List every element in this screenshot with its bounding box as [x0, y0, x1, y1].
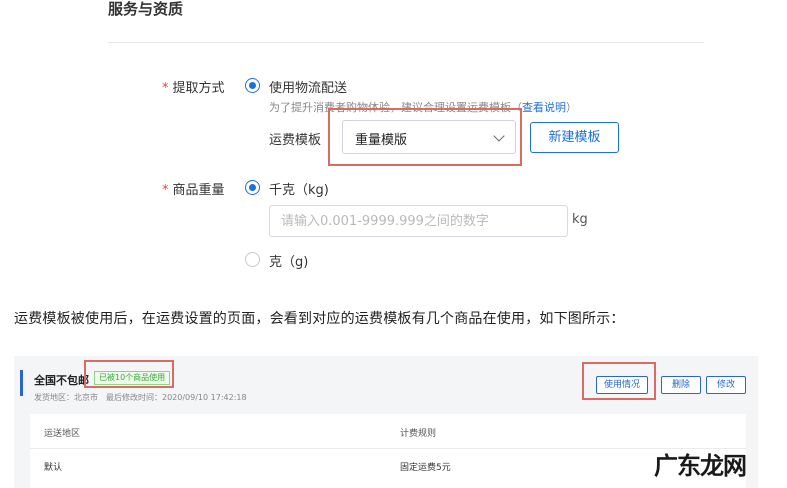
shipping-settings-form: 服务与资质 * 提取方式 使用物流配送 为了提升消费者购物体验，建议合理设置运费模…: [100, 0, 710, 280]
site-watermark: 广东龙网: [654, 452, 747, 480]
weight-input[interactable]: [270, 206, 567, 236]
template-meta: 发货地区：北京市 最后修改时间：2020/09/10 17:42:18: [34, 392, 255, 403]
last-modified: 最后修改时间：2020/09/10 17:42:18: [106, 393, 247, 402]
weight-unit: kg: [572, 212, 588, 227]
section-divider: [108, 42, 704, 43]
ship-from: 发货地区：北京市: [34, 393, 98, 402]
required-mark: *: [162, 81, 169, 96]
highlight-box: [328, 108, 522, 166]
table-cell-region: 默认: [44, 463, 63, 473]
new-template-button[interactable]: 新建模板: [530, 122, 619, 153]
product-weight-text: 商品重量: [172, 183, 225, 198]
hint-close: ）: [566, 101, 577, 114]
product-weight-label: * 商品重量: [162, 179, 225, 198]
pickup-method-text: 提取方式: [172, 81, 225, 96]
kg-radio[interactable]: [245, 180, 260, 195]
kg-option-label: 千克（kg): [269, 183, 329, 198]
column-header-rule: 计费规则: [400, 429, 437, 439]
logistics-option-label: 使用物流配送: [269, 81, 348, 96]
required-mark: *: [162, 183, 169, 198]
article-paragraph: 运费模板被使用后，在运费设置的页面，会看到对应的运费模板有几个商品在使用，如下图…: [14, 311, 625, 327]
table-cell-rule: 固定运费5元: [400, 463, 451, 473]
template-name: 全国不包邮: [34, 374, 89, 387]
gram-radio[interactable]: [245, 252, 260, 267]
edit-button[interactable]: 修改: [706, 376, 746, 394]
highlight-box: [84, 360, 174, 388]
pickup-method-label: * 提取方式: [162, 77, 225, 96]
view-instructions-link[interactable]: 查看说明: [522, 101, 566, 114]
delete-button[interactable]: 删除: [661, 376, 701, 394]
column-header-region: 运送地区: [44, 429, 81, 439]
section-title: 服务与资质: [108, 0, 184, 18]
highlight-box: [582, 362, 656, 400]
shipping-rules-table: 运送地区 计费规则 默认 固定运费5元: [30, 414, 746, 488]
logistics-radio[interactable]: [245, 78, 260, 93]
shipping-template-card: 全国不包邮 已被10个商品使用 发货地区：北京市 最后修改时间：2020/09/1…: [14, 356, 758, 488]
weight-input-box[interactable]: [269, 205, 568, 237]
gram-option-label: 克（g): [269, 255, 309, 270]
table-divider: [30, 448, 746, 449]
card-accent-bar: [20, 370, 23, 396]
shipping-template-label: 运费模板: [269, 133, 322, 148]
